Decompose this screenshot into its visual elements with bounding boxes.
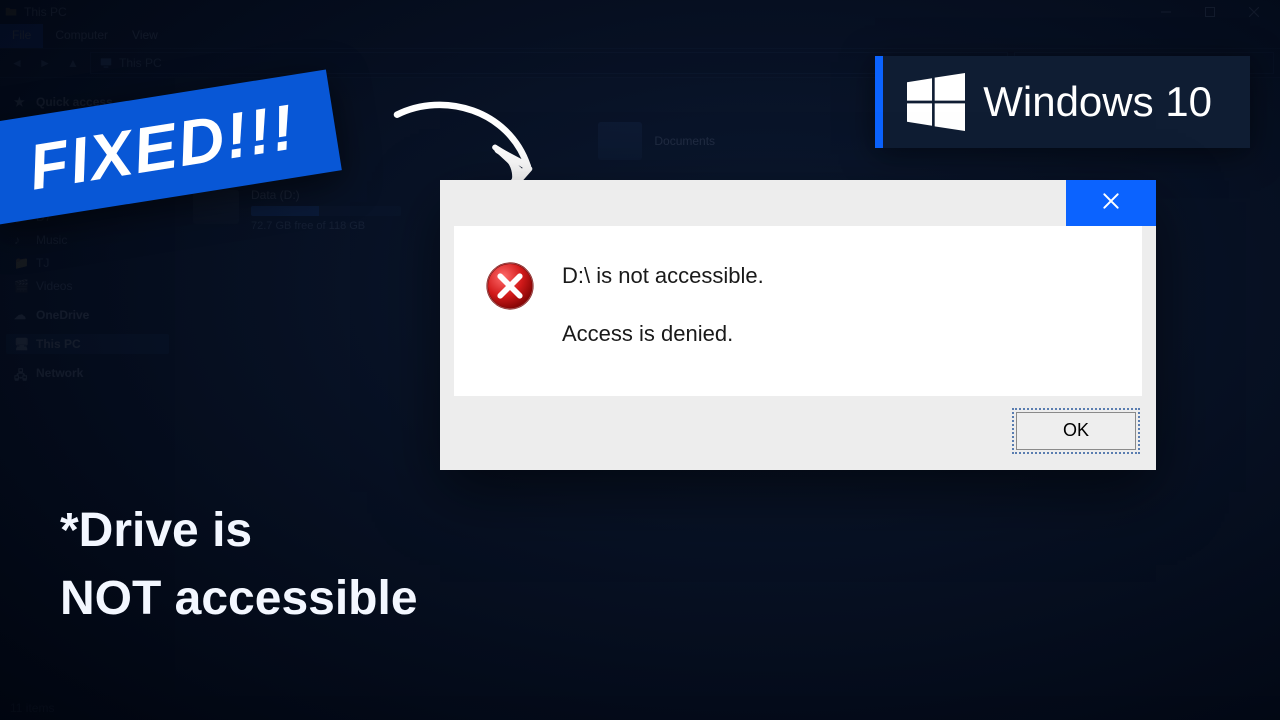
dialog-close-button[interactable]	[1066, 180, 1156, 226]
brand-label: Windows 10	[983, 78, 1212, 126]
dialog-line1: D:\ is not accessible.	[562, 263, 764, 288]
ok-button-label: OK	[1063, 420, 1089, 441]
dialog-line2: Access is denied.	[562, 318, 764, 350]
close-icon	[1101, 191, 1121, 216]
dialog-body: D:\ is not accessible. Access is denied.	[454, 226, 1142, 396]
windows-logo-icon	[907, 73, 965, 131]
dialog-footer: OK	[440, 396, 1156, 470]
error-dialog: D:\ is not accessible. Access is denied.…	[440, 180, 1156, 470]
windows10-brand: Windows 10	[875, 56, 1250, 148]
caption: *Drive is NOT accessible	[60, 500, 418, 631]
ok-button[interactable]: OK	[1016, 412, 1136, 450]
caption-line2: NOT accessible	[60, 568, 418, 630]
caption-line1: *Drive is	[60, 504, 252, 557]
dialog-message: D:\ is not accessible. Access is denied.	[562, 260, 764, 350]
dialog-titlebar	[440, 180, 1156, 226]
error-icon	[484, 260, 536, 312]
